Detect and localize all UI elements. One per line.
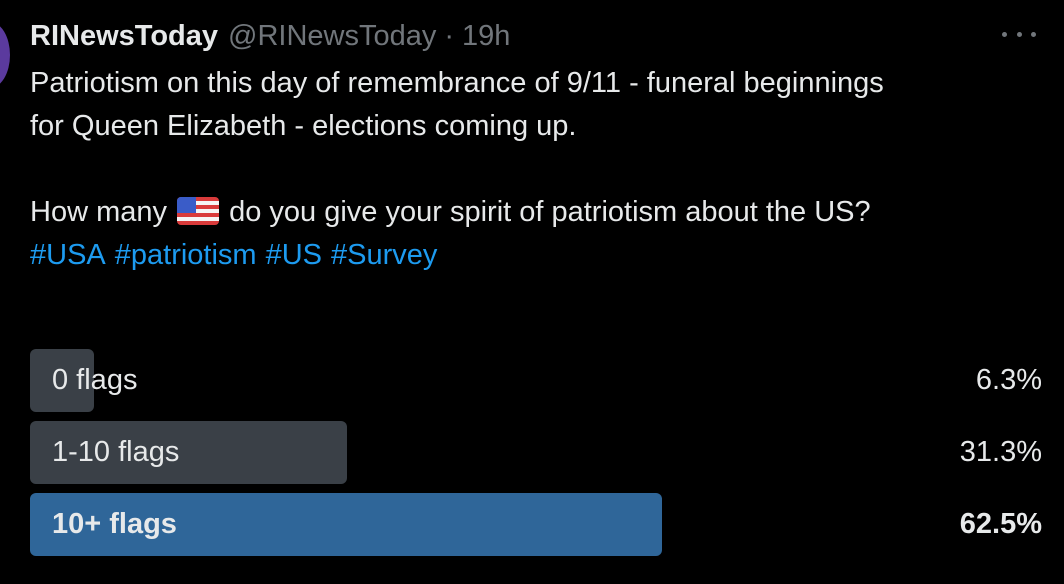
hashtag-link[interactable]: #USA [30,239,106,271]
avatar[interactable] [0,22,10,88]
poll-option-label: 1-10 flags [52,436,180,468]
user-handle[interactable]: @RINewsToday [228,20,436,53]
question-text: How many [30,196,176,228]
timestamp[interactable]: 19h [462,20,510,53]
hashtag-link[interactable]: #US [266,239,322,271]
poll-question: How many do you give your spirit of patr… [30,191,1040,234]
poll-option-percent: 62.5% [959,508,1042,540]
hashtag-link[interactable]: #Survey [331,239,437,271]
tweet-header: RINewsToday @RINewsToday · 19h [30,16,1034,56]
poll-option: 0 flags 6.3% [30,349,1042,412]
tweet-text-line: for Queen Elizabeth - elections coming u… [30,110,577,142]
poll-option-label: 0 flags [52,364,138,396]
display-name[interactable]: RINewsToday [30,20,218,53]
poll-option: 10+ flags 62.5% [30,493,1042,556]
hashtag-list: #USA #patriotism #US #Survey [30,234,1040,277]
hashtag-link[interactable]: #patriotism [115,239,257,271]
poll-option-percent: 31.3% [959,436,1042,468]
question-text: do you give your spirit of patriotism ab… [221,196,871,228]
poll-option: 1-10 flags 31.3% [30,421,1042,484]
poll-option-label: 10+ flags [52,508,177,540]
poll: 0 flags 6.3% 1-10 flags 31.3% 10+ flags … [30,349,1042,565]
tweet-text: Patriotism on this day of remembrance of… [30,62,1040,277]
separator-dot: · [444,19,455,52]
more-options-icon[interactable] [1002,20,1036,48]
us-flag-icon [177,197,220,226]
poll-option-percent: 6.3% [975,364,1042,396]
tweet-text-line: Patriotism on this day of remembrance of… [30,67,884,99]
